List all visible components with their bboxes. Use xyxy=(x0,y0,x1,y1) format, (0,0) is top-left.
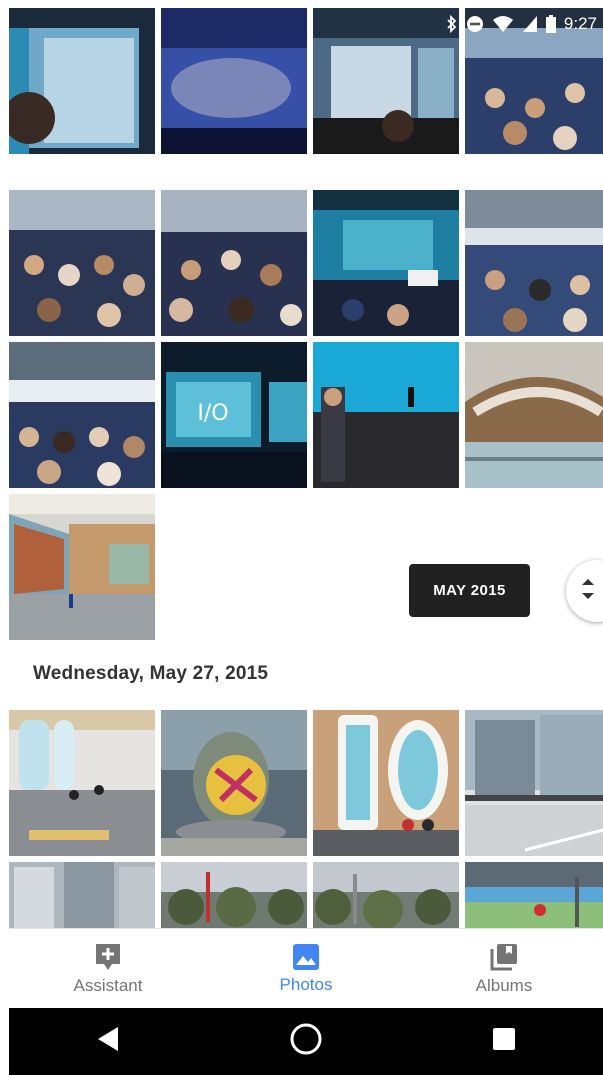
photo-thumbnail[interactable] xyxy=(161,710,307,856)
photo-thumbnail[interactable] xyxy=(9,342,155,488)
nav-item-photos[interactable]: Photos xyxy=(207,929,405,1009)
svg-text:I/O: I/O xyxy=(197,401,228,426)
photo-thumbnail[interactable] xyxy=(9,190,155,336)
photo-thumbnail[interactable]: I/O xyxy=(161,342,307,488)
photos-app-screen: 9:27 I/O MAY 2015 Wednesday, May 27, 201… xyxy=(9,8,603,1075)
photo-thumbnail[interactable] xyxy=(465,342,603,488)
photo-thumbnail[interactable] xyxy=(313,710,459,856)
status-bar: 9:27 xyxy=(9,8,603,40)
recents-button[interactable] xyxy=(474,1017,534,1067)
photo-thumbnail[interactable] xyxy=(465,190,603,336)
nav-item-label: Photos xyxy=(279,975,333,994)
albums-icon xyxy=(489,942,519,972)
photo-thumbnail[interactable] xyxy=(313,342,459,488)
back-button[interactable] xyxy=(78,1017,138,1067)
back-icon xyxy=(96,1026,120,1057)
status-time: 9:27 xyxy=(563,14,597,33)
section-date-header: Wednesday, May 27, 2015 xyxy=(33,663,269,684)
bluetooth-icon xyxy=(446,15,458,33)
recents-icon xyxy=(492,1027,516,1056)
wifi-icon xyxy=(492,15,514,33)
photo-thumbnail[interactable] xyxy=(313,190,459,336)
home-button[interactable] xyxy=(276,1017,336,1067)
photo-thumbnail[interactable] xyxy=(465,710,603,856)
nav-item-label: Albums xyxy=(475,976,533,995)
photo-thumbnail[interactable] xyxy=(9,494,155,640)
photo-thumbnail[interactable] xyxy=(161,190,307,336)
assistant-icon xyxy=(94,942,122,972)
photos-icon xyxy=(292,943,320,971)
do-not-disturb-icon xyxy=(466,15,484,33)
nav-item-albums[interactable]: Albums xyxy=(405,929,603,1009)
battery-icon xyxy=(545,15,556,33)
nav-item-label: Assistant xyxy=(73,976,143,995)
photo-thumbnail[interactable] xyxy=(9,710,155,856)
fast-scroll-handle[interactable] xyxy=(566,560,603,622)
bottom-navigation: Assistant Photos Albums xyxy=(9,928,603,1009)
home-icon xyxy=(289,1022,323,1061)
cell-signal-icon xyxy=(522,15,538,33)
system-navigation-bar xyxy=(9,1008,603,1075)
nav-item-assistant[interactable]: Assistant xyxy=(9,929,207,1009)
scroll-arrows-icon xyxy=(580,576,596,607)
date-scrubber-label: MAY 2015 xyxy=(409,564,530,617)
